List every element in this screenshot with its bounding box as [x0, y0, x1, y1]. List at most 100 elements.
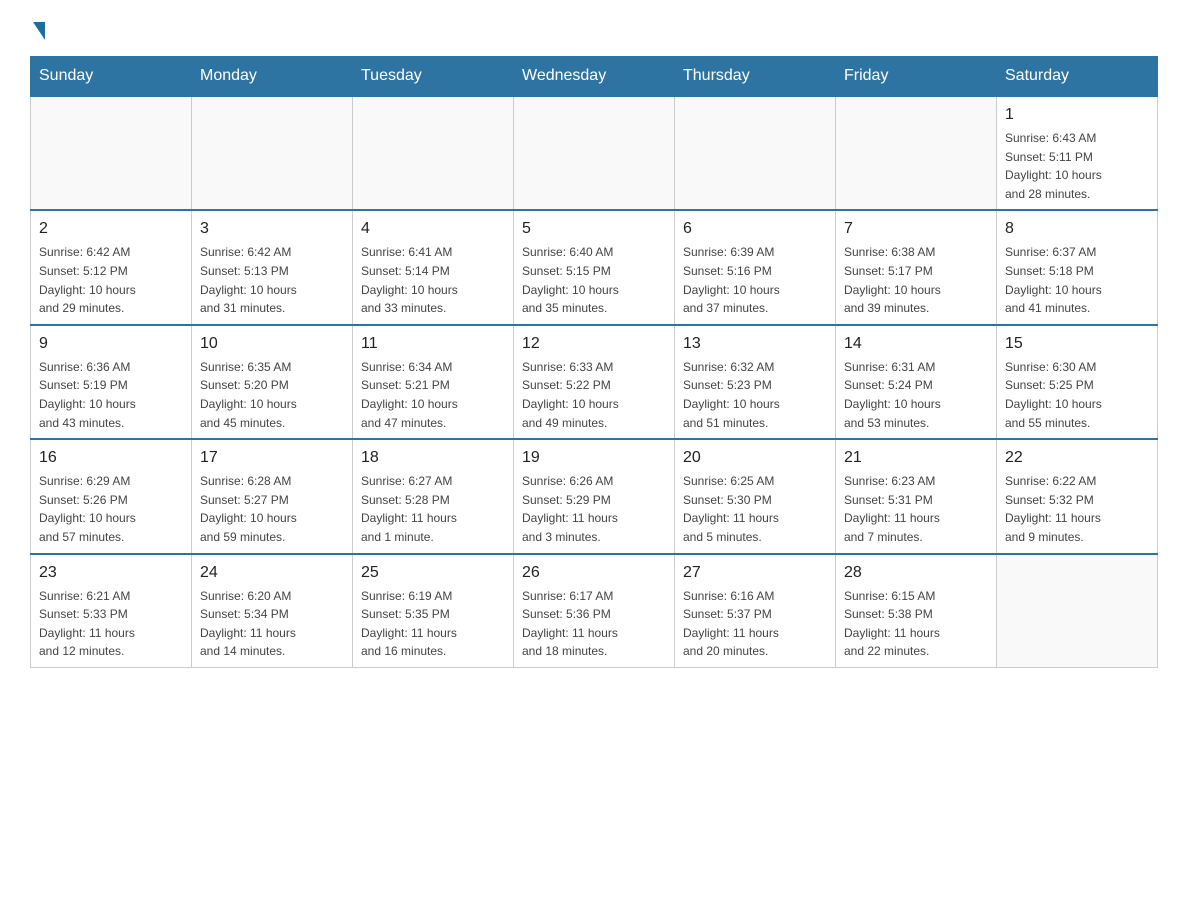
day-info: Sunrise: 6:33 AM Sunset: 5:22 PM Dayligh… — [522, 358, 666, 432]
weekday-header-sunday: Sunday — [31, 57, 192, 97]
calendar-week-row: 23Sunrise: 6:21 AM Sunset: 5:33 PM Dayli… — [31, 554, 1158, 668]
day-number: 26 — [522, 561, 666, 585]
day-number: 1 — [1005, 103, 1149, 127]
day-number: 11 — [361, 332, 505, 356]
weekday-header-tuesday: Tuesday — [353, 57, 514, 97]
day-number: 27 — [683, 561, 827, 585]
day-info: Sunrise: 6:39 AM Sunset: 5:16 PM Dayligh… — [683, 243, 827, 317]
calendar-cell: 15Sunrise: 6:30 AM Sunset: 5:25 PM Dayli… — [997, 325, 1158, 439]
day-info: Sunrise: 6:32 AM Sunset: 5:23 PM Dayligh… — [683, 358, 827, 432]
weekday-header-wednesday: Wednesday — [514, 57, 675, 97]
day-number: 4 — [361, 217, 505, 241]
day-number: 22 — [1005, 446, 1149, 470]
calendar-cell: 1Sunrise: 6:43 AM Sunset: 5:11 PM Daylig… — [997, 96, 1158, 210]
day-info: Sunrise: 6:15 AM Sunset: 5:38 PM Dayligh… — [844, 587, 988, 661]
day-number: 18 — [361, 446, 505, 470]
day-info: Sunrise: 6:31 AM Sunset: 5:24 PM Dayligh… — [844, 358, 988, 432]
calendar-cell — [836, 96, 997, 210]
day-number: 23 — [39, 561, 183, 585]
day-info: Sunrise: 6:35 AM Sunset: 5:20 PM Dayligh… — [200, 358, 344, 432]
calendar-cell: 18Sunrise: 6:27 AM Sunset: 5:28 PM Dayli… — [353, 439, 514, 553]
logo-arrow-icon — [33, 22, 45, 40]
calendar-cell: 23Sunrise: 6:21 AM Sunset: 5:33 PM Dayli… — [31, 554, 192, 668]
day-number: 10 — [200, 332, 344, 356]
day-number: 13 — [683, 332, 827, 356]
day-number: 24 — [200, 561, 344, 585]
day-info: Sunrise: 6:42 AM Sunset: 5:13 PM Dayligh… — [200, 243, 344, 317]
day-info: Sunrise: 6:27 AM Sunset: 5:28 PM Dayligh… — [361, 472, 505, 546]
day-info: Sunrise: 6:17 AM Sunset: 5:36 PM Dayligh… — [522, 587, 666, 661]
calendar-cell: 6Sunrise: 6:39 AM Sunset: 5:16 PM Daylig… — [675, 210, 836, 324]
day-number: 21 — [844, 446, 988, 470]
calendar-cell: 22Sunrise: 6:22 AM Sunset: 5:32 PM Dayli… — [997, 439, 1158, 553]
calendar-cell: 16Sunrise: 6:29 AM Sunset: 5:26 PM Dayli… — [31, 439, 192, 553]
calendar-cell: 5Sunrise: 6:40 AM Sunset: 5:15 PM Daylig… — [514, 210, 675, 324]
day-info: Sunrise: 6:28 AM Sunset: 5:27 PM Dayligh… — [200, 472, 344, 546]
calendar-cell: 12Sunrise: 6:33 AM Sunset: 5:22 PM Dayli… — [514, 325, 675, 439]
day-info: Sunrise: 6:26 AM Sunset: 5:29 PM Dayligh… — [522, 472, 666, 546]
calendar-week-row: 16Sunrise: 6:29 AM Sunset: 5:26 PM Dayli… — [31, 439, 1158, 553]
calendar-cell: 25Sunrise: 6:19 AM Sunset: 5:35 PM Dayli… — [353, 554, 514, 668]
day-info: Sunrise: 6:42 AM Sunset: 5:12 PM Dayligh… — [39, 243, 183, 317]
calendar-cell: 14Sunrise: 6:31 AM Sunset: 5:24 PM Dayli… — [836, 325, 997, 439]
day-number: 2 — [39, 217, 183, 241]
day-number: 20 — [683, 446, 827, 470]
calendar-cell — [997, 554, 1158, 668]
calendar-cell: 26Sunrise: 6:17 AM Sunset: 5:36 PM Dayli… — [514, 554, 675, 668]
day-info: Sunrise: 6:21 AM Sunset: 5:33 PM Dayligh… — [39, 587, 183, 661]
day-number: 9 — [39, 332, 183, 356]
calendar-cell: 27Sunrise: 6:16 AM Sunset: 5:37 PM Dayli… — [675, 554, 836, 668]
calendar-cell — [353, 96, 514, 210]
weekday-header-saturday: Saturday — [997, 57, 1158, 97]
calendar-week-row: 9Sunrise: 6:36 AM Sunset: 5:19 PM Daylig… — [31, 325, 1158, 439]
day-number: 16 — [39, 446, 183, 470]
day-number: 5 — [522, 217, 666, 241]
calendar-cell: 9Sunrise: 6:36 AM Sunset: 5:19 PM Daylig… — [31, 325, 192, 439]
calendar-cell: 20Sunrise: 6:25 AM Sunset: 5:30 PM Dayli… — [675, 439, 836, 553]
logo — [30, 20, 45, 36]
calendar-cell: 19Sunrise: 6:26 AM Sunset: 5:29 PM Dayli… — [514, 439, 675, 553]
day-info: Sunrise: 6:37 AM Sunset: 5:18 PM Dayligh… — [1005, 243, 1149, 317]
weekday-header-row: SundayMondayTuesdayWednesdayThursdayFrid… — [31, 57, 1158, 97]
day-info: Sunrise: 6:25 AM Sunset: 5:30 PM Dayligh… — [683, 472, 827, 546]
calendar-cell: 3Sunrise: 6:42 AM Sunset: 5:13 PM Daylig… — [192, 210, 353, 324]
weekday-header-monday: Monday — [192, 57, 353, 97]
day-number: 19 — [522, 446, 666, 470]
calendar-cell — [675, 96, 836, 210]
day-info: Sunrise: 6:30 AM Sunset: 5:25 PM Dayligh… — [1005, 358, 1149, 432]
calendar-table: SundayMondayTuesdayWednesdayThursdayFrid… — [30, 56, 1158, 668]
page-header — [30, 20, 1158, 36]
calendar-week-row: 1Sunrise: 6:43 AM Sunset: 5:11 PM Daylig… — [31, 96, 1158, 210]
calendar-cell: 4Sunrise: 6:41 AM Sunset: 5:14 PM Daylig… — [353, 210, 514, 324]
day-number: 28 — [844, 561, 988, 585]
calendar-cell — [31, 96, 192, 210]
day-number: 8 — [1005, 217, 1149, 241]
day-number: 25 — [361, 561, 505, 585]
calendar-cell — [192, 96, 353, 210]
calendar-cell: 8Sunrise: 6:37 AM Sunset: 5:18 PM Daylig… — [997, 210, 1158, 324]
day-info: Sunrise: 6:22 AM Sunset: 5:32 PM Dayligh… — [1005, 472, 1149, 546]
calendar-cell: 28Sunrise: 6:15 AM Sunset: 5:38 PM Dayli… — [836, 554, 997, 668]
day-number: 17 — [200, 446, 344, 470]
calendar-cell: 11Sunrise: 6:34 AM Sunset: 5:21 PM Dayli… — [353, 325, 514, 439]
calendar-cell: 21Sunrise: 6:23 AM Sunset: 5:31 PM Dayli… — [836, 439, 997, 553]
calendar-cell: 17Sunrise: 6:28 AM Sunset: 5:27 PM Dayli… — [192, 439, 353, 553]
day-info: Sunrise: 6:23 AM Sunset: 5:31 PM Dayligh… — [844, 472, 988, 546]
weekday-header-friday: Friday — [836, 57, 997, 97]
day-info: Sunrise: 6:34 AM Sunset: 5:21 PM Dayligh… — [361, 358, 505, 432]
day-number: 15 — [1005, 332, 1149, 356]
calendar-week-row: 2Sunrise: 6:42 AM Sunset: 5:12 PM Daylig… — [31, 210, 1158, 324]
day-number: 12 — [522, 332, 666, 356]
day-info: Sunrise: 6:43 AM Sunset: 5:11 PM Dayligh… — [1005, 129, 1149, 203]
calendar-cell: 24Sunrise: 6:20 AM Sunset: 5:34 PM Dayli… — [192, 554, 353, 668]
day-info: Sunrise: 6:38 AM Sunset: 5:17 PM Dayligh… — [844, 243, 988, 317]
calendar-cell: 7Sunrise: 6:38 AM Sunset: 5:17 PM Daylig… — [836, 210, 997, 324]
day-info: Sunrise: 6:36 AM Sunset: 5:19 PM Dayligh… — [39, 358, 183, 432]
day-number: 7 — [844, 217, 988, 241]
day-info: Sunrise: 6:16 AM Sunset: 5:37 PM Dayligh… — [683, 587, 827, 661]
calendar-cell: 13Sunrise: 6:32 AM Sunset: 5:23 PM Dayli… — [675, 325, 836, 439]
day-info: Sunrise: 6:29 AM Sunset: 5:26 PM Dayligh… — [39, 472, 183, 546]
day-info: Sunrise: 6:19 AM Sunset: 5:35 PM Dayligh… — [361, 587, 505, 661]
weekday-header-thursday: Thursday — [675, 57, 836, 97]
calendar-cell — [514, 96, 675, 210]
